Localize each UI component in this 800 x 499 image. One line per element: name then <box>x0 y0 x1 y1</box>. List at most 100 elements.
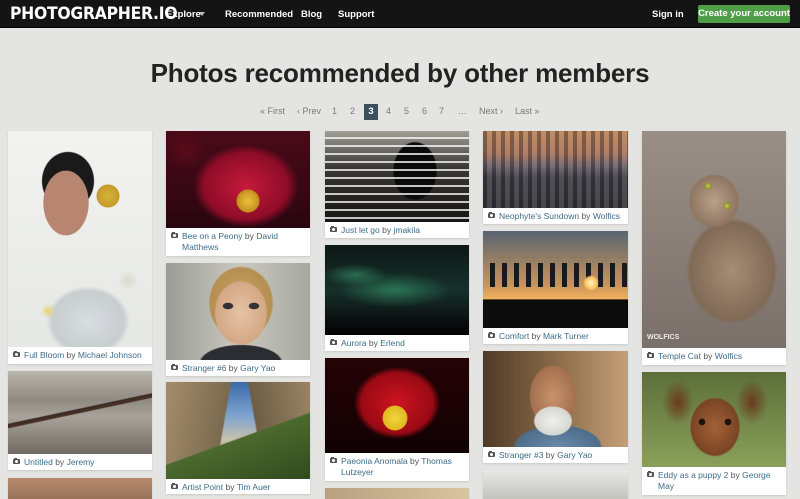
photo-title-link[interactable]: Temple Cat <box>658 351 701 361</box>
photo-caption: Untitled by Jeremy <box>8 454 152 468</box>
create-account-button[interactable]: Create your account <box>698 5 790 23</box>
photo-title-link[interactable]: Full Bloom <box>24 350 64 360</box>
photo-by-label: by <box>410 456 419 466</box>
nav-blog[interactable]: Blog <box>301 9 322 20</box>
pagination-page-5[interactable]: 5 <box>404 106 409 116</box>
photo-caption: Eddy as a puppy 2 by George May <box>642 467 786 492</box>
photo-caption: Stranger #6 by Gary Yao <box>166 360 310 374</box>
pagination-page-4[interactable]: 4 <box>386 106 391 116</box>
photo-by-label: by <box>545 450 555 460</box>
photo-title-link[interactable]: Comfort <box>499 331 529 341</box>
nav-recommended[interactable]: Recommended <box>225 9 293 20</box>
chevron-down-icon[interactable] <box>199 12 205 16</box>
photo-image[interactable] <box>483 231 628 328</box>
photo-card[interactable]: Stranger #3 by Gary Yao <box>483 351 628 463</box>
photo-card[interactable]: Paeonia Anomala by Thomas Lutzeyer <box>325 358 469 481</box>
photo-image[interactable] <box>325 358 469 453</box>
photo-image[interactable]: WOLFICS <box>642 131 786 348</box>
photo-title-link[interactable]: Neophyte's Sundown <box>499 211 579 221</box>
pagination-next[interactable]: Next › <box>479 106 503 116</box>
photo-title-link[interactable]: Artist Point <box>182 482 223 492</box>
photo-author-link[interactable]: Wolfics <box>593 211 620 221</box>
photo-by-label: by <box>225 482 235 492</box>
photo-by-label: by <box>228 363 238 373</box>
pagination-page-6[interactable]: 6 <box>422 106 427 116</box>
photo-image[interactable] <box>166 382 310 479</box>
photo-by-label: by <box>244 231 254 241</box>
pagination-current-page: 3 <box>364 104 378 120</box>
photo-caption: Temple Cat by Wolfics <box>642 348 786 362</box>
photo-author-link[interactable]: Michael Johnson <box>78 350 142 360</box>
photo-author-link[interactable]: Erlend <box>380 338 405 348</box>
photo-title-link[interactable]: Stranger #6 <box>182 363 226 373</box>
photo-image[interactable] <box>166 263 310 360</box>
photo-caption: Artist Point by Tim Auer <box>166 479 310 493</box>
camera-icon <box>647 471 654 477</box>
pagination-prev[interactable]: ‹ Prev <box>297 106 321 116</box>
photo-card[interactable]: Untitled by Jeremy <box>8 371 152 470</box>
photo-image[interactable] <box>325 131 469 222</box>
photo-watermark: WOLFICS <box>647 334 680 341</box>
photo-title-link[interactable]: Stranger #3 <box>499 450 543 460</box>
photo-title-link[interactable]: Aurora <box>341 338 367 348</box>
photo-card[interactable]: Comfort by Mark Turner <box>483 231 628 344</box>
photo-card[interactable] <box>325 488 469 499</box>
pagination-page-2[interactable]: 2 <box>350 106 355 116</box>
photo-card[interactable]: Just let go by jmakila <box>325 131 469 238</box>
site-logo[interactable]: PHOTOGRAPHER.IO <box>10 4 178 24</box>
photo-image[interactable] <box>8 371 152 454</box>
photo-card[interactable]: Eddy as a puppy 2 by George May <box>642 372 786 495</box>
photo-image[interactable] <box>8 131 152 347</box>
pagination-page-7[interactable]: 7 <box>439 106 444 116</box>
photo-image[interactable] <box>483 131 628 208</box>
photo-title-link[interactable]: Just let go <box>341 225 380 235</box>
photo-author-link[interactable]: Wolfics <box>715 351 742 361</box>
photo-title-link[interactable]: Bee on a Peony <box>182 231 243 241</box>
photo-card[interactable] <box>8 478 152 499</box>
camera-icon <box>488 451 495 457</box>
photo-by-label: by <box>581 211 591 221</box>
photo-image[interactable] <box>8 478 152 499</box>
photo-by-label: by <box>66 350 76 360</box>
photo-author-link[interactable]: Tim Auer <box>237 482 271 492</box>
nav-explore[interactable]: Explore <box>166 9 201 20</box>
photo-image[interactable] <box>483 470 628 499</box>
photo-image[interactable] <box>325 245 469 335</box>
camera-icon <box>171 232 178 238</box>
photo-author-link[interactable]: Mark Turner <box>543 331 589 341</box>
photo-caption: Neophyte's Sundown by Wolfics <box>483 208 628 222</box>
photo-card[interactable]: Aurora by Erlend <box>325 245 469 351</box>
photo-by-label: by <box>368 338 378 348</box>
pagination-ellipsis: … <box>458 106 467 116</box>
photo-caption: Aurora by Erlend <box>325 335 469 349</box>
sign-in-link[interactable]: Sign in <box>652 9 684 20</box>
nav-support[interactable]: Support <box>338 9 374 20</box>
photo-card[interactable]: Neophyte's Sundown by Wolfics <box>483 131 628 224</box>
photo-author-link[interactable]: jmakila <box>393 225 419 235</box>
pagination-first[interactable]: « First <box>260 106 285 116</box>
photo-card[interactable]: Full Bloom by Michael Johnson <box>8 131 152 364</box>
photo-card[interactable]: Stranger #6 by Gary Yao <box>166 263 310 376</box>
photo-image[interactable] <box>642 372 786 467</box>
photo-image[interactable] <box>483 351 628 447</box>
pagination-last[interactable]: Last » <box>515 106 540 116</box>
photo-author-link[interactable]: Gary Yao <box>240 363 275 373</box>
photo-title-link[interactable]: Eddy as a puppy 2 <box>658 470 728 480</box>
photo-card[interactable]: Bee on a Peony by David Matthews <box>166 131 310 256</box>
photo-card[interactable]: Artist Point by Tim Auer <box>166 382 310 494</box>
photo-author-link[interactable]: Jeremy <box>67 457 95 467</box>
photo-author-link[interactable]: Gary Yao <box>557 450 592 460</box>
photo-caption: Just let go by jmakila <box>325 222 469 236</box>
photo-image[interactable] <box>325 488 469 499</box>
photo-by-label: by <box>55 457 65 467</box>
photo-image[interactable] <box>166 131 310 228</box>
photo-caption: Stranger #3 by Gary Yao <box>483 447 628 461</box>
photo-by-label: by <box>531 331 541 341</box>
camera-icon <box>330 339 337 345</box>
photo-card[interactable] <box>483 470 628 499</box>
pagination-page-1[interactable]: 1 <box>332 106 337 116</box>
photo-card[interactable]: WOLFICS Temple Cat by Wolfics <box>642 131 786 365</box>
photo-title-link[interactable]: Paeonia Anomala <box>341 456 408 466</box>
photo-title-link[interactable]: Untitled <box>24 457 53 467</box>
camera-icon <box>488 332 495 338</box>
